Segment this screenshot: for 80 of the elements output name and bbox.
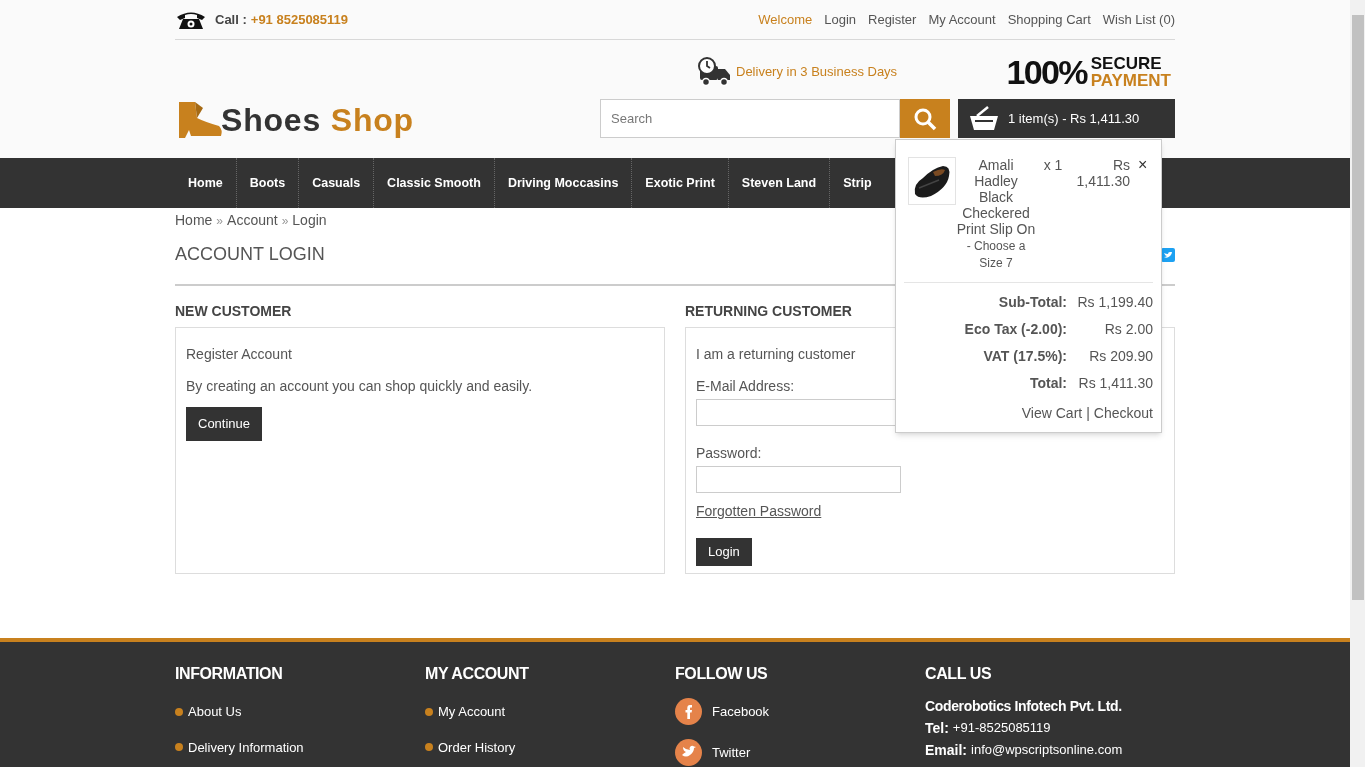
total-value: Rs 1,411.30 <box>1077 374 1153 393</box>
footer-heading: MY ACCOUNT <box>425 664 530 684</box>
total-value: Rs 209.90 <box>1088 347 1153 366</box>
top-link[interactable]: Register <box>868 9 917 30</box>
forgotten-password-link[interactable]: Forgotten Password <box>696 501 822 522</box>
footer-link[interactable]: Order History <box>438 737 516 757</box>
nav-item[interactable]: Boots <box>236 158 300 208</box>
bullet-icon <box>175 707 183 716</box>
footer-link[interactable]: My Account <box>438 702 506 722</box>
product-price: Rs 1,411.30 <box>1075 157 1130 189</box>
top-link[interactable]: Shopping Cart <box>1007 9 1091 30</box>
footer-link[interactable]: About Us <box>188 702 242 722</box>
section-heading: RETURNING CUSTOMER <box>685 302 852 321</box>
search-icon <box>913 106 937 131</box>
remove-button[interactable]: × <box>1138 157 1148 173</box>
breadcrumb-separator: » <box>216 212 224 230</box>
payment-label: PAYMENT <box>1090 72 1171 89</box>
breadcrumb-link[interactable]: Home <box>175 210 213 231</box>
contact-label: Tel: <box>925 719 949 738</box>
password-field[interactable] <box>696 466 901 493</box>
footer-heading: CALL US <box>925 664 993 684</box>
phone-number: +91 8525085119 <box>250 10 349 29</box>
search-field[interactable]: Search <box>600 99 900 138</box>
total-value: Rs 1,199.40 <box>1076 293 1153 312</box>
facebook-icon[interactable] <box>675 698 702 725</box>
product-name[interactable]: Amali Hadley Black Checkered Print Slip On <box>956 157 1036 237</box>
company-name: Coderobotics Infotech Pvt. Ltd. <box>925 697 1123 716</box>
checkout-link[interactable]: Checkout <box>1093 403 1153 424</box>
page-title: ACCOUNT LOGIN <box>175 243 325 266</box>
panel-text: I am a returning customer <box>696 345 856 364</box>
nav-item[interactable]: Strip <box>830 158 885 208</box>
delivery-text: Delivery in 3 Business Days <box>736 63 898 82</box>
panel-title: Register Account <box>186 345 293 364</box>
search-button[interactable] <box>900 99 950 138</box>
footer-link[interactable]: Delivery Information <box>188 737 304 757</box>
login-button[interactable]: Login <box>696 538 752 566</box>
top-link[interactable]: Wish List (0) <box>1102 9 1175 30</box>
social-link[interactable]: Facebook <box>712 701 770 722</box>
total-label: VAT (17.5%): <box>983 347 1067 366</box>
breadcrumb-link[interactable]: Account <box>227 210 278 231</box>
total-label: Eco Tax (-2.00): <box>964 320 1067 339</box>
nav-item[interactable]: Steven Land <box>728 158 831 208</box>
total-label: Total: <box>1029 374 1067 393</box>
footer-heading: FOLLOW US <box>675 664 769 684</box>
product-option: - Choose a Size 7 <box>956 238 1036 272</box>
link-separator: | <box>1086 404 1090 423</box>
bullet-icon <box>425 707 433 716</box>
view-cart-link[interactable]: View Cart <box>1021 403 1083 424</box>
nav-item[interactable]: Classic Smooth <box>374 158 495 208</box>
bird-icon[interactable] <box>675 739 702 766</box>
cart-button[interactable]: 1 item(s) - Rs 1,411.30 <box>958 99 1175 138</box>
secure-percent-label: 100% <box>1006 55 1087 89</box>
total-label: Sub-Total: <box>998 293 1067 312</box>
nav-item[interactable]: Casuals <box>299 158 375 208</box>
continue-button[interactable]: Continue <box>186 407 263 441</box>
contact-label: Email: <box>925 741 967 760</box>
logo-text[interactable]: Shoes Shop <box>221 96 414 144</box>
field-label: E-Mail Address: <box>696 377 795 396</box>
top-link[interactable]: My Account <box>928 9 996 30</box>
delivery-truck-icon <box>698 57 732 87</box>
breadcrumb-link[interactable]: Login <box>292 210 327 231</box>
nav-item[interactable]: Driving Moccasins <box>494 158 633 208</box>
nav-item[interactable]: Exotic Print <box>632 158 729 208</box>
contact-value: info@wpscriptsonline.com <box>971 741 1123 759</box>
top-link[interactable]: Login <box>824 9 856 30</box>
breadcrumb-separator: » <box>281 212 289 230</box>
section-heading: NEW CUSTOMER <box>175 302 293 321</box>
nav-item[interactable]: Home <box>175 158 237 208</box>
call-label: Call : <box>215 10 247 29</box>
total-value: Rs 2.00 <box>1103 320 1153 339</box>
field-label: Password: <box>696 444 762 463</box>
panel-text: By creating an account you can shop quickly and easily. <box>186 377 534 396</box>
basket-icon <box>968 105 1000 132</box>
product-quantity: x 1 <box>1042 157 1064 173</box>
bullet-icon <box>175 743 183 752</box>
contact-value: +91-8525085119 <box>952 719 1051 737</box>
bullet-icon <box>425 743 433 752</box>
social-link[interactable]: Twitter <box>712 742 751 763</box>
secure-label: SECURE <box>1090 55 1163 72</box>
footer-heading: INFORMATION <box>175 664 284 684</box>
